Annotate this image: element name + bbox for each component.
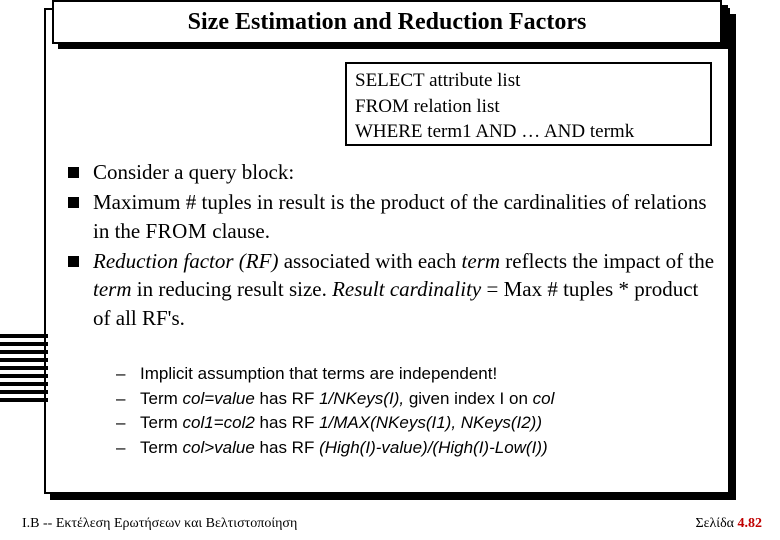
s3-b: col1=col2 — [183, 413, 255, 432]
sub-text-3: Term col1=col2 has RF 1/MAX(NKeys(I1), N… — [140, 411, 716, 436]
sql-query-box: SELECT attribute list FROM relation list… — [345, 62, 712, 146]
bullet-icon — [68, 256, 79, 267]
sub-bullet-list: – Implicit assumption that terms are ind… — [116, 362, 716, 461]
b3-c: term — [462, 249, 501, 273]
sql-where-d: k — [625, 121, 635, 142]
bullet-list: Consider a query block: Maximum # tuples… — [68, 158, 718, 334]
b3-f: in reducing result size. — [132, 277, 333, 301]
sql-select-rest: attribute list — [424, 70, 520, 91]
b2-from: FROM — [146, 219, 208, 243]
b3-g: Result cardinality — [332, 277, 481, 301]
dash-icon: – — [116, 362, 140, 387]
bullet-item-3: Reduction factor (RF) associated with ea… — [68, 247, 718, 332]
sub-text-2: Term col=value has RF 1/NKeys(I), given … — [140, 387, 716, 412]
footer-right: Σελίδα 4.82 — [695, 516, 762, 532]
s2-b: col=value — [183, 389, 255, 408]
sub-item-4: – Term col>value has RF (High(I)-value)/… — [116, 436, 716, 461]
s4-a: Term — [140, 438, 183, 457]
sql-line-select: SELECT attribute list — [355, 68, 702, 94]
bullet-text-2: Maximum # tuples in result is the produc… — [93, 188, 718, 245]
b3-a: Reduction factor (RF) — [93, 249, 278, 273]
slide-footer: Ι.Β -- Εκτέλεση Ερωτήσεων και Βελτιστοπο… — [22, 516, 762, 532]
b2-b: clause. — [207, 219, 270, 243]
s4-b: col>value — [183, 438, 255, 457]
s2-a: Term — [140, 389, 183, 408]
dash-icon: – — [116, 436, 140, 461]
sql-and2: AND — [544, 121, 585, 142]
bullet-item-1: Consider a query block: — [68, 158, 718, 186]
sql-keyword-from: FROM — [355, 96, 409, 117]
s2-e: given index I on — [404, 389, 533, 408]
b3-d: reflects the impact of the — [500, 249, 714, 273]
sub-text-1: Implicit assumption that terms are indep… — [140, 362, 716, 387]
sub-item-3: – Term col1=col2 has RF 1/MAX(NKeys(I1),… — [116, 411, 716, 436]
page-number: 4.82 — [738, 516, 763, 531]
s3-max: MAX — [333, 413, 370, 432]
sql-from-rest: relation list — [409, 96, 500, 117]
bullet-icon — [68, 167, 79, 178]
slide-title: Size Estimation and Reduction Factors — [52, 0, 722, 44]
s2-d: 1/NKeys(I), — [319, 389, 404, 408]
sql-mid: … — [517, 121, 544, 142]
sql-line-where: WHERE term1 AND … AND termk — [355, 119, 702, 145]
bullet-icon — [68, 197, 79, 208]
dash-icon: – — [116, 387, 140, 412]
sql-where-b: 1 — [462, 121, 475, 142]
sql-line-from: FROM relation list — [355, 94, 702, 120]
decorative-stripes — [0, 334, 48, 406]
s4-d: (High(I)-value)/(High(I)-Low(I)) — [319, 438, 548, 457]
s3-a: Term — [140, 413, 183, 432]
bullet-item-2: Maximum # tuples in result is the produc… — [68, 188, 718, 245]
s2-f: col — [533, 389, 555, 408]
sub-item-2: – Term col=value has RF 1/NKeys(I), give… — [116, 387, 716, 412]
dash-icon: – — [116, 411, 140, 436]
sub-text-4: Term col>value has RF (High(I)-value)/(H… — [140, 436, 716, 461]
sql-keyword-select: SELECT — [355, 70, 424, 91]
sub-item-1: – Implicit assumption that terms are ind… — [116, 362, 716, 387]
s4-c: has RF — [255, 438, 319, 457]
bullet-text-3: Reduction factor (RF) associated with ea… — [93, 247, 718, 332]
bullet-text-1: Consider a query block: — [93, 158, 718, 186]
s3-d: 1/ — [319, 413, 333, 432]
s3-c: has RF — [255, 413, 319, 432]
sql-where-a: term — [423, 121, 463, 142]
sql-and1: AND — [475, 121, 516, 142]
sql-where-c: term — [585, 121, 625, 142]
b3-e: term — [93, 277, 132, 301]
b3-b: associated with each — [278, 249, 461, 273]
page-label: Σελίδα — [695, 516, 737, 531]
footer-left: Ι.Β -- Εκτέλεση Ερωτήσεων και Βελτιστοπο… — [22, 516, 297, 532]
s3-e: (NKeys(I1), NKeys(I2)) — [370, 413, 542, 432]
sql-keyword-where: WHERE — [355, 121, 423, 142]
s2-c: has RF — [255, 389, 319, 408]
title-text: Size Estimation and Reduction Factors — [188, 9, 587, 36]
